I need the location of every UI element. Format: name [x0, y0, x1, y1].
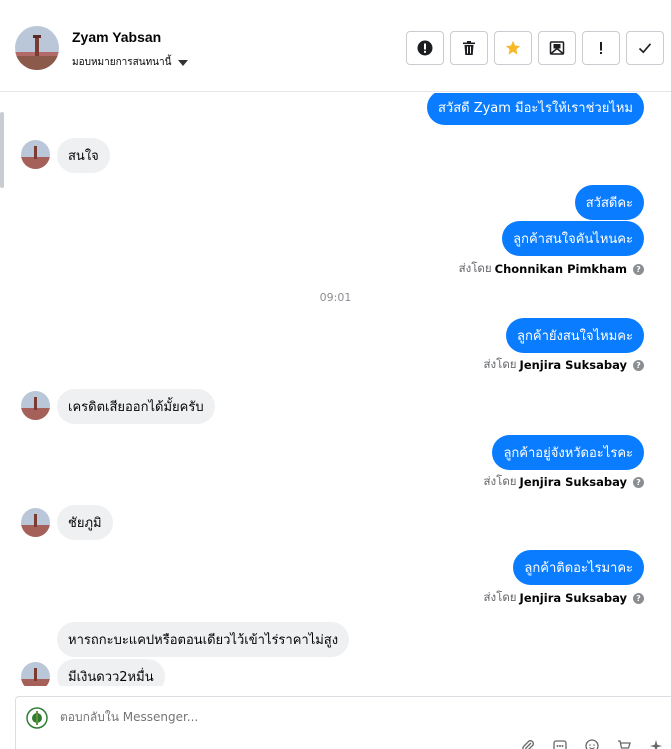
- conversation-actions: [406, 31, 664, 65]
- contact-message-avatar: [21, 508, 50, 537]
- question-mark-icon[interactable]: ?: [633, 592, 644, 604]
- timestamp-separator: 09:01: [319, 291, 352, 304]
- assign-label: มอบหมายการสนทนานี้: [72, 57, 172, 68]
- exclamation-icon: [600, 42, 602, 54]
- agent-name: Jenjira Suksabay: [519, 358, 627, 372]
- sent-by-prefix: ส่งโดย: [483, 474, 517, 488]
- incoming-message: หารถกะบะแคปหรือตอนเดียวไว้เข้าไร่ราคาไม่…: [57, 622, 350, 657]
- sent-by-prefix: ส่งโดย: [458, 261, 492, 275]
- page-avatar: [26, 707, 48, 729]
- delete-button[interactable]: [450, 31, 488, 65]
- outgoing-message: สวัสดีคะ: [574, 185, 644, 220]
- mark-done-button[interactable]: [626, 31, 664, 65]
- incoming-message: สนใจ: [57, 138, 110, 173]
- outgoing-message: ลูกค้าอยู่จังหวัดอะไรคะ: [492, 435, 644, 470]
- question-mark-icon[interactable]: ?: [633, 359, 644, 371]
- caret-down-icon: [178, 59, 189, 66]
- sent-by-label: ส่งโดย Jenjira Suksabay ?: [484, 473, 644, 491]
- star-button[interactable]: [494, 31, 532, 65]
- reply-composer: [15, 696, 671, 749]
- spam-button[interactable]: [406, 31, 444, 65]
- sent-by-prefix: ส่งโดย: [483, 590, 517, 604]
- contact-message-avatar: [21, 391, 50, 420]
- envelope-icon: [549, 41, 565, 55]
- incoming-message: เครดิตเสียออกได้มั้ยครับ: [57, 389, 215, 424]
- contact-message-avatar: [21, 662, 50, 686]
- composer-tools: [521, 739, 665, 749]
- incoming-message: ชัยภูมิ: [57, 505, 113, 540]
- assign-conversation-dropdown[interactable]: มอบหมายการสนทนานี้: [72, 55, 189, 70]
- emoji-icon[interactable]: [585, 739, 601, 749]
- saved-replies-icon[interactable]: [553, 739, 569, 749]
- agent-name: Chonnikan Pimkham: [494, 262, 627, 276]
- question-mark-icon[interactable]: ?: [633, 263, 644, 275]
- incoming-message: มีเงินดวว2หมื่น: [57, 659, 165, 686]
- outgoing-message: ลูกค้าสนใจคันไหนคะ: [502, 221, 644, 256]
- outgoing-message: สวัสดี Zyam มีอะไรให้เราช่วยไหม: [426, 93, 644, 125]
- sent-by-label: ส่งโดย Chonnikan Pimkham ?: [459, 260, 644, 278]
- message-thread[interactable]: สวัสดี Zyam มีอะไรให้เราช่วยไหม สนใจ สวั…: [0, 93, 671, 686]
- mark-unread-button[interactable]: [538, 31, 576, 65]
- agent-name: Jenjira Suksabay: [519, 475, 627, 489]
- agent-name: Jenjira Suksabay: [519, 591, 627, 605]
- sent-by-prefix: ส่งโดย: [483, 357, 517, 371]
- outgoing-message: ลูกค้ายังสนใจไหมคะ: [506, 318, 644, 353]
- outgoing-message: ลูกค้าติดอะไรมาคะ: [513, 550, 644, 585]
- attachment-icon[interactable]: [521, 739, 537, 749]
- sent-by-label: ส่งโดย Jenjira Suksabay ?: [484, 356, 644, 374]
- conversation-header: Zyam Yabsan มอบหมายการสนทนานี้: [0, 0, 671, 92]
- trash-icon: [463, 41, 475, 55]
- contact-name[interactable]: Zyam Yabsan: [72, 29, 161, 45]
- contact-avatar[interactable]: [15, 26, 59, 70]
- sent-by-label: ส่งโดย Jenjira Suksabay ?: [484, 589, 644, 607]
- checkmark-icon: [638, 43, 652, 54]
- exclamation-circle-icon: [417, 40, 433, 56]
- follow-up-button[interactable]: [582, 31, 620, 65]
- star-icon: [505, 40, 521, 55]
- question-mark-icon[interactable]: ?: [633, 476, 644, 488]
- shop-icon[interactable]: [617, 739, 633, 749]
- sparkle-icon[interactable]: [649, 739, 665, 749]
- reply-input[interactable]: [60, 710, 460, 724]
- contact-message-avatar: [21, 140, 50, 169]
